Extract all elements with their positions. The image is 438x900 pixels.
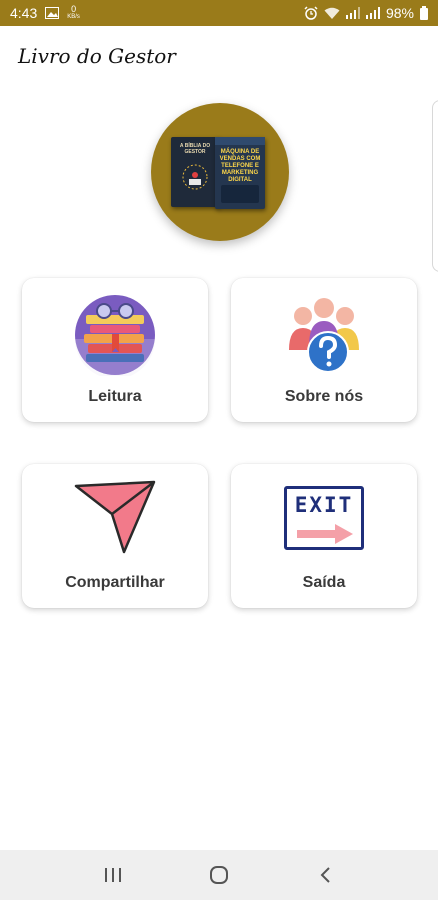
arrow-right-icon: [297, 524, 353, 544]
leitura-label: Leitura: [88, 388, 142, 405]
status-time: 4:43: [10, 5, 38, 21]
book-title-left: A BÍBLIA DO GESTOR: [179, 143, 211, 155]
data-rate: 0 KB/s: [67, 5, 80, 21]
people-question-icon: [283, 294, 365, 381]
book-title-right: MÁQUINA DE VENDAS COM TELEFONE E MARKETI…: [219, 149, 261, 183]
system-nav-bar: [0, 850, 438, 900]
gallery-icon: [45, 7, 60, 19]
saida-button[interactable]: EXIT Saída: [231, 464, 417, 608]
book-emblem-icon: [182, 164, 208, 190]
battery-icon: [420, 6, 428, 20]
leitura-button[interactable]: Leitura: [22, 278, 208, 422]
sobre-nos-label: Sobre nós: [284, 388, 364, 405]
exit-sign-icon: EXIT: [284, 486, 364, 550]
paper-plane-icon: [74, 480, 156, 561]
data-rate-value: 0: [71, 4, 77, 14]
back-icon: [320, 867, 330, 883]
compartilhar-label: Compartilhar: [65, 574, 165, 591]
home-icon: [210, 866, 228, 884]
status-bar: 4:43 0 KB/s 98%: [0, 0, 438, 26]
recent-apps-button[interactable]: [93, 855, 133, 895]
sobre-nos-button[interactable]: Sobre nós: [231, 278, 417, 422]
book-cover-right: MÁQUINA DE VENDAS COM TELEFONE E MARKETI…: [215, 137, 265, 209]
alarm-icon: [304, 6, 318, 20]
recent-apps-icon: [105, 868, 121, 882]
signal-icon: [345, 7, 360, 19]
app-logo: A BÍBLIA DO GESTOR MÁQUINA DE VENDAS COM…: [151, 103, 289, 241]
battery-percent: 98%: [385, 5, 414, 21]
book-cover-left: A BÍBLIA DO GESTOR: [171, 137, 219, 207]
saida-label: Saída: [302, 574, 346, 591]
home-button[interactable]: [199, 855, 239, 895]
signal-icon: [365, 7, 380, 19]
data-rate-unit: KB/s: [67, 14, 80, 20]
books-icon: [74, 294, 156, 381]
wifi-icon: [324, 7, 340, 20]
compartilhar-button[interactable]: Compartilhar: [22, 464, 208, 608]
app-title: Livro do Gestor: [18, 44, 176, 68]
edge-panel-handle[interactable]: [432, 100, 438, 272]
back-button[interactable]: [305, 855, 345, 895]
exit-sign-text: EXIT: [294, 493, 354, 517]
